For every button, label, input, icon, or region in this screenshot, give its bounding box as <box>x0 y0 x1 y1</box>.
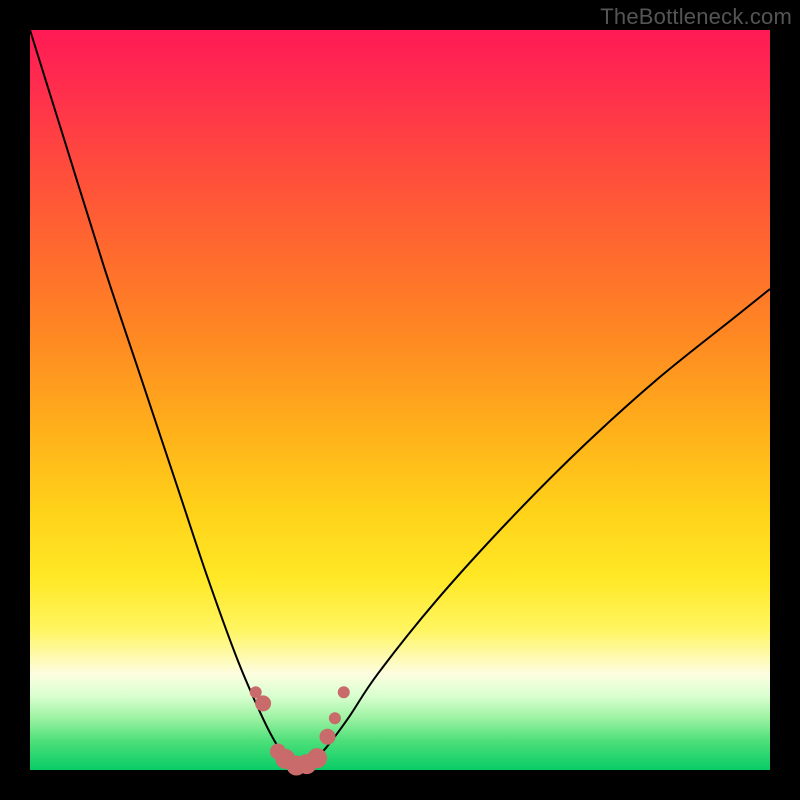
bottleneck-curve-path <box>30 30 770 770</box>
highlight-marker <box>255 695 271 711</box>
curve-layer <box>30 30 770 770</box>
watermark-text: TheBottleneck.com <box>600 4 792 30</box>
highlight-marker <box>319 729 335 745</box>
plot-area <box>30 30 770 770</box>
bottleneck-curve <box>30 30 770 770</box>
highlight-marker <box>329 712 341 724</box>
chart-frame: TheBottleneck.com <box>0 0 800 800</box>
highlight-marker <box>338 686 350 698</box>
highlight-markers <box>250 686 350 775</box>
highlight-marker <box>307 748 327 768</box>
